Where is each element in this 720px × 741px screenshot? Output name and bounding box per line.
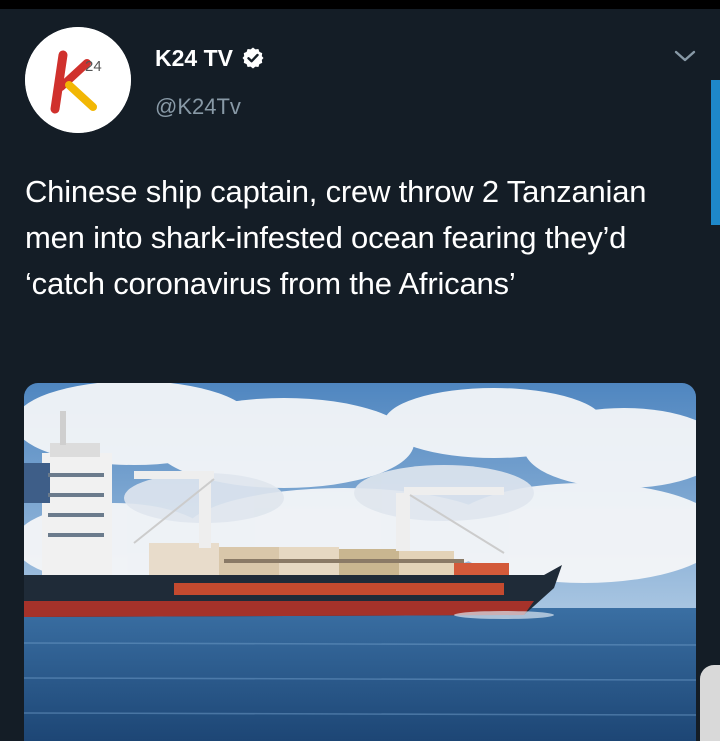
- ship-photo: [24, 383, 696, 741]
- handle[interactable]: @K24Tv: [155, 94, 241, 120]
- verified-badge-icon: [242, 47, 264, 69]
- author-row: K24 TV: [155, 42, 265, 74]
- floating-overlay: [700, 665, 720, 741]
- tweet-card[interactable]: 24 K24 TV @K24Tv Chinese ship captain, c…: [0, 0, 720, 741]
- avatar[interactable]: 24: [25, 27, 131, 133]
- scrollbar[interactable]: [711, 80, 720, 225]
- tweet-text: Chinese ship captain, crew throw 2 Tanza…: [25, 174, 647, 301]
- display-name[interactable]: K24 TV: [155, 44, 233, 72]
- tweet-media-image[interactable]: [24, 383, 696, 741]
- k24-logo-icon: 24: [25, 27, 131, 133]
- avatar-logo-number: 24: [85, 58, 102, 75]
- chevron-down-icon[interactable]: [672, 46, 698, 66]
